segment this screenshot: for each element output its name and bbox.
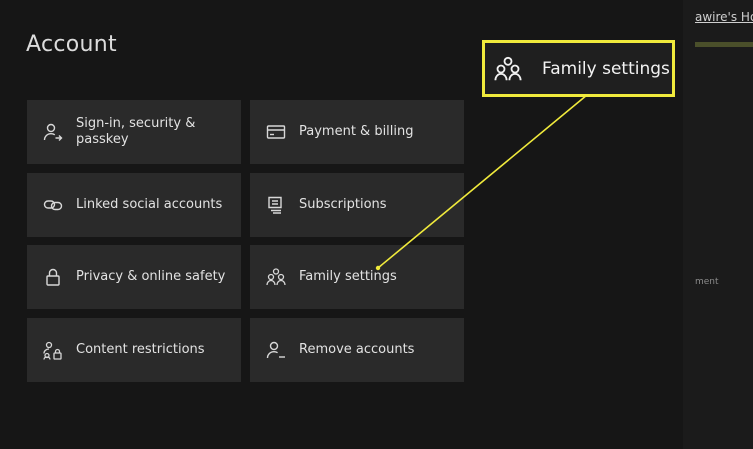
tile-label: Linked social accounts (76, 197, 223, 212)
remove-accounts-tile[interactable]: Remove accounts (250, 318, 464, 382)
lock-icon (43, 267, 63, 287)
tile-label: Sign-in, security & passkey (76, 116, 196, 147)
subscription-list-icon (266, 195, 286, 215)
payment-billing-tile[interactable]: Payment & billing (250, 100, 464, 164)
background-app-fragment: ment (695, 277, 719, 287)
credit-card-icon (266, 122, 286, 142)
tile-label: Remove accounts (299, 342, 415, 357)
background-app-strip (683, 0, 753, 449)
page-title: Account (26, 32, 117, 57)
callout-label: Family settings (542, 58, 670, 79)
family-icon (266, 267, 286, 287)
tile-label: Payment & billing (299, 124, 414, 139)
tile-label: Subscriptions (299, 197, 387, 212)
background-app-text: awire's Ho (695, 10, 753, 24)
subscriptions-tile[interactable]: Subscriptions (250, 173, 464, 237)
background-app-bar (695, 42, 753, 47)
link-icon (43, 195, 63, 215)
family-icon (494, 55, 522, 83)
privacy-online-safety-tile[interactable]: Privacy & online safety (27, 245, 241, 309)
person-arrow-icon (43, 122, 63, 142)
tile-label: Privacy & online safety (76, 269, 226, 284)
person-lock-icon (43, 340, 63, 360)
family-settings-tile[interactable]: Family settings (250, 245, 464, 309)
content-restrictions-tile[interactable]: Content restrictions (27, 318, 241, 382)
tile-label: Content restrictions (76, 342, 205, 357)
family-settings-callout: Family settings (482, 40, 675, 97)
linked-social-accounts-tile[interactable]: Linked social accounts (27, 173, 241, 237)
sign-in-security-tile[interactable]: Sign-in, security & passkey (27, 100, 241, 164)
tile-label: Family settings (299, 269, 397, 284)
person-minus-icon (266, 340, 286, 360)
